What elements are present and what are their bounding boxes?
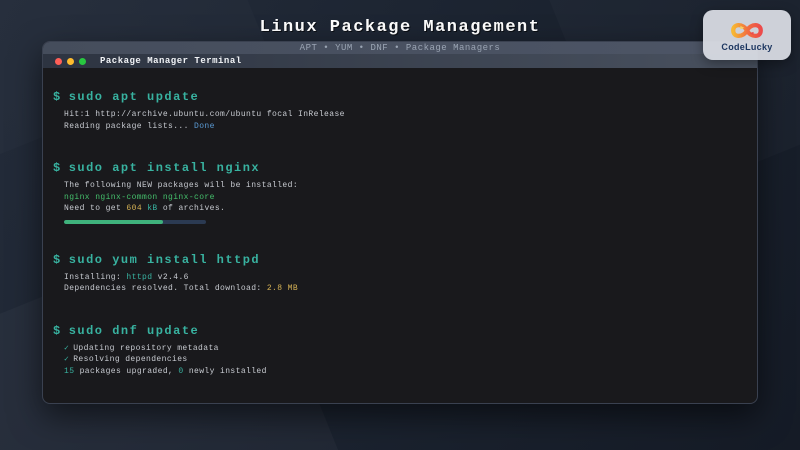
output-text: of archives. [157,204,226,213]
command-block-apt-update: $ sudo apt update Hit:1 http://archive.ub… [53,90,745,132]
output-text: Installing: [64,272,127,282]
check-icon: ✓ [64,343,70,353]
command-line: $ sudo apt install nginx [53,161,745,177]
close-button[interactable] [55,57,62,65]
page-subtitle: APT • YUM • DNF • Package Managers [299,43,501,53]
shell-prompt: $ [53,323,62,338]
size-unit: kB [142,204,158,213]
terminal-titlebar: Package Manager Terminal [43,54,757,68]
output-text: newly installed [183,366,267,376]
output-text: Resolving dependencies [73,355,188,364]
shell-prompt: $ [53,90,62,104]
shell-prompt: $ [53,161,62,175]
version-text: v2.4.6 [152,272,189,282]
output-text: Need to get [64,204,127,213]
output-line: Installing: httpd v2.4.6 [53,272,745,284]
maximize-button[interactable] [79,57,86,65]
download-size: 604 [126,204,143,213]
command-text: sudo dnf update [68,323,200,338]
brand-card: CodeLucky [703,10,791,60]
output-line: 15 packages upgraded, 0 newly installed [53,366,745,378]
package-list: nginx nginx-common nginx-core [64,192,215,202]
page-title: Linux Package Management [259,18,541,37]
command-block-apt-install: $ sudo apt install nginx The following NE… [53,161,745,224]
output-line: The following NEW packages will be insta… [64,181,299,190]
command-text: sudo yum install httpd [68,252,261,267]
brand-name: CodeLucky [721,42,773,52]
terminal-window: APT • YUM • DNF • Package Managers Packa… [42,41,758,404]
output-line: Dependencies resolved. Total download: 2… [53,283,745,295]
output-line: Reading package lists... Done [53,121,745,133]
status-done: Done [194,121,215,131]
command-text: sudo apt install nginx [68,161,261,175]
output-line: Need to get 604 kB of archives. [53,203,745,215]
minimize-button[interactable] [67,57,74,65]
command-line: $ sudo yum install httpd [53,253,745,269]
output-text: Updating repository metadata [73,343,219,353]
output-text: Dependencies resolved. Total download: [64,284,267,293]
command-block-dnf-update: $ sudo dnf update ✓ Updating repository me… [53,324,745,378]
download-size: 2.8 MB [266,284,299,293]
package-name: httpd [126,272,153,282]
command-line: $ sudo apt update [53,90,745,106]
command-block-yum-install: $ sudo yum install httpd Installing: http… [53,253,745,295]
terminal-title: Package Manager Terminal [100,56,242,66]
output-text: Reading package lists... [64,121,195,131]
progress-fill [64,219,164,224]
command-line: $ sudo dnf update [53,324,745,340]
output-line: ✓ Updating repository metadata [53,343,745,355]
progress-bar [64,219,206,224]
terminal-body[interactable]: $ sudo apt update Hit:1 http://archive.ub… [43,68,757,377]
output-line: Hit:1 http://archive.ubuntu.com/ubuntu f… [64,110,345,119]
subtitle-band: APT • YUM • DNF • Package Managers [43,42,757,54]
output-text: packages upgraded, [74,366,179,376]
command-text: sudo apt update [68,90,200,104]
infographic-canvas: Linux Package Management APT • YUM • DNF… [0,0,800,450]
check-icon: ✓ [64,355,70,364]
codelucky-infinity-logo-icon [731,22,763,39]
output-line: ✓ Resolving dependencies [53,354,745,366]
upgrade-count: 15 [64,366,75,376]
shell-prompt: $ [53,252,62,267]
